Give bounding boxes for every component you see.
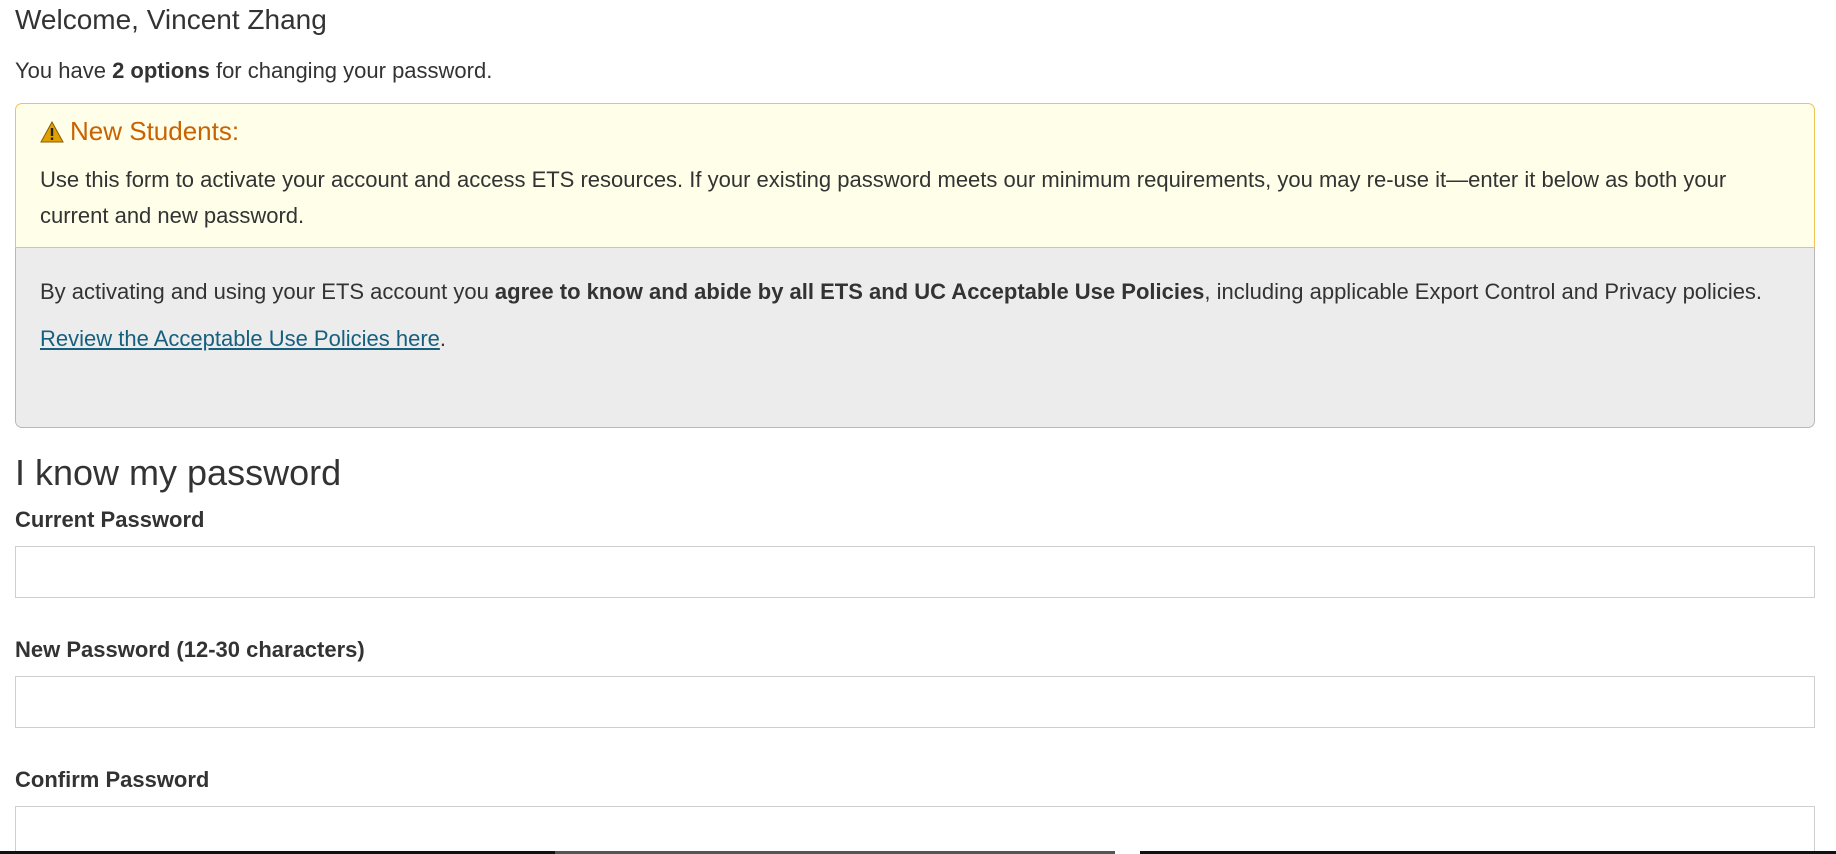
- confirm-password-input[interactable]: [15, 806, 1815, 854]
- alert-body-text: Use this form to activate your account a…: [40, 167, 1727, 228]
- password-options-intro: You have 2 options for changing your pas…: [15, 56, 1815, 86]
- confirm-password-group: Confirm Password: [15, 766, 1815, 854]
- new-password-input[interactable]: [15, 676, 1815, 728]
- welcome-heading: Welcome, Vincent Zhang: [15, 4, 327, 35]
- alert-heading-text: New Students:: [70, 116, 240, 146]
- current-password-input[interactable]: [15, 546, 1815, 598]
- page: Welcome, Vincent Zhang You have 2 option…: [0, 0, 1836, 854]
- acceptable-use-notice: By activating and using your ETS account…: [15, 248, 1815, 428]
- new-students-alert: New Students: Use this form to activate …: [15, 103, 1815, 248]
- current-password-group: Current Password: [15, 506, 1815, 598]
- policy-prefix: By activating and using your ETS account…: [40, 279, 495, 304]
- main-content: Welcome, Vincent Zhang You have 2 option…: [15, 0, 1815, 854]
- policy-link-line: Review the Acceptable Use Policies here.: [40, 324, 1790, 354]
- new-password-label: New Password (12-30 characters): [15, 637, 365, 662]
- intro-prefix: You have: [15, 58, 113, 83]
- policy-agreement-bold: agree to know and abide by all ETS and U…: [494, 279, 1205, 304]
- intro-suffix: for changing your password.: [209, 58, 493, 83]
- warning-icon: [40, 117, 64, 143]
- policy-text: By activating and using your ETS account…: [40, 274, 1790, 310]
- know-password-section-title: I know my password: [15, 452, 342, 493]
- policy-suffix: , including applicable Export Control an…: [1204, 279, 1763, 304]
- confirm-password-label: Confirm Password: [15, 767, 210, 792]
- policy-link-period: .: [439, 326, 447, 351]
- new-password-group: New Password (12-30 characters): [15, 636, 1815, 728]
- alert-heading: New Students:: [40, 114, 1790, 148]
- current-password-label: Current Password: [15, 507, 205, 532]
- acceptable-use-policies-link[interactable]: Review the Acceptable Use Policies here: [40, 326, 440, 351]
- intro-options-count: 2 options: [112, 58, 210, 83]
